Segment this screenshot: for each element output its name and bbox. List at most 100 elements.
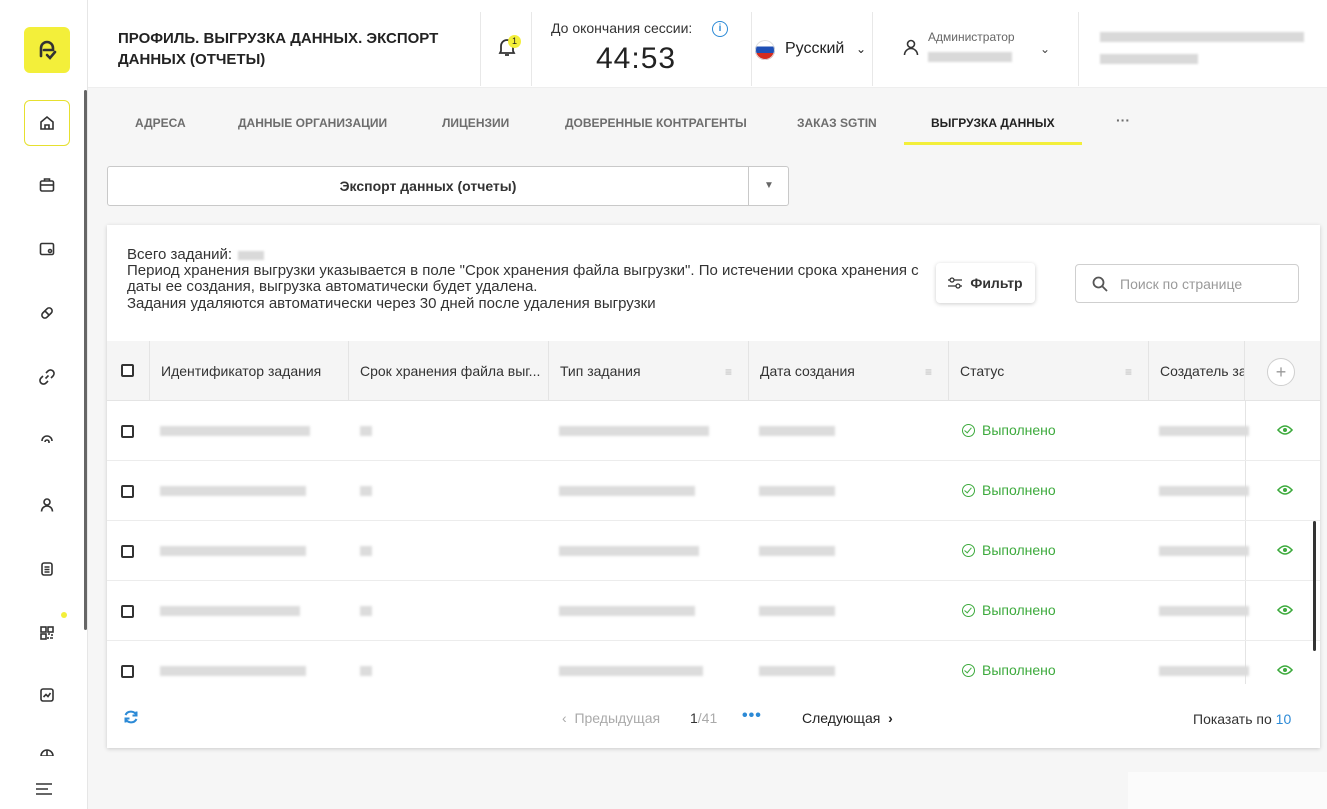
retention-info: Период хранения выгрузки указывается в п… [127,262,919,295]
sidebar-item-home[interactable] [24,100,70,146]
eye-icon[interactable] [1277,664,1293,676]
header-divider [872,12,873,86]
page-indicator: 1/41 [690,710,717,726]
search-box[interactable] [1075,264,1299,303]
vertical-scrollbar[interactable] [1313,521,1316,651]
task-type-redacted [559,426,709,436]
app-logo[interactable] [24,27,70,73]
tab-data-export[interactable]: ВЫГРУЗКА ДАННЫХ [931,116,1055,130]
column-menu-icon[interactable]: ≡ [925,365,932,379]
sidebar-item-analytics[interactable] [24,672,70,718]
creator-redacted [1159,486,1249,496]
page-size-selector[interactable]: Показать по 10 [1193,711,1291,727]
qr-code-icon [40,626,54,640]
column-task-type[interactable]: Тип задания [549,341,749,401]
tab-licenses[interactable]: ЛИЦЕНЗИИ [442,116,509,130]
status-text: Выполнено [982,422,1056,438]
previous-page-button[interactable]: ‹ Предыдущая [562,710,660,726]
task-type-redacted [559,546,699,556]
creator-redacted [1159,666,1249,676]
date-redacted [759,666,835,676]
page-size-value[interactable]: 10 [1276,711,1292,727]
tab-trusted-counterparties[interactable]: ДОВЕРЕННЫЕ КОНТРАГЕНТЫ [565,116,747,130]
column-task-id[interactable]: Идентификатор задания [150,341,349,401]
tab-sgtin-order[interactable]: ЗАКАЗ SGTIN [797,116,877,130]
header-divider [1078,12,1079,86]
row-checkbox[interactable] [121,605,134,618]
search-icon [1092,276,1108,292]
table-row[interactable]: Выполнено [107,521,1320,581]
retention-redacted [360,426,372,436]
notification-dot [61,612,67,618]
menu-icon[interactable] [36,783,52,795]
status-badge: Выполнено [962,482,1056,498]
dropdown-selected-value[interactable]: Экспорт данных (отчеты) [108,167,748,205]
eye-icon[interactable] [1277,484,1293,496]
session-timer: 44:53 [596,42,677,75]
column-creation-date[interactable]: Дата создания [749,341,949,401]
sidebar-item-wallet[interactable] [24,226,70,272]
analytics-icon [40,688,54,702]
filter-button[interactable]: Фильтр [936,263,1035,303]
task-id-redacted [160,666,306,676]
search-input[interactable] [1120,274,1290,294]
header-divider [751,12,752,86]
refresh-icon[interactable] [123,709,139,725]
sidebar-item-pills[interactable] [24,290,70,336]
column-menu-icon[interactable]: ≡ [1125,365,1132,379]
next-page-button[interactable]: Следующая › [802,710,893,726]
eye-icon[interactable] [1277,544,1293,556]
chevron-down-icon[interactable]: ⌄ [856,42,866,56]
sidebar-scrollbar[interactable] [84,90,87,630]
column-menu-icon[interactable]: ≡ [725,365,732,379]
more-tabs-button[interactable]: ··· [1116,112,1130,128]
user-icon[interactable] [902,38,920,56]
column-status[interactable]: Статус [949,341,1149,401]
language-select[interactable]: Русский [785,40,844,58]
sidebar-item-user[interactable] [24,482,70,528]
table-row[interactable]: Выполнено [107,401,1320,461]
tab-organization-data[interactable]: ДАННЫЕ ОРГАНИЗАЦИИ [238,116,387,130]
sidebar [0,0,88,809]
table-row[interactable]: Выполнено [107,461,1320,521]
check-circle-icon [962,543,975,557]
eye-icon[interactable] [1277,604,1293,616]
table-row[interactable]: Выполнено [107,581,1320,641]
status-badge: Выполнено [962,422,1056,438]
russia-flag-icon[interactable] [755,40,775,60]
info-icon[interactable]: i [712,21,728,37]
caret-down-icon[interactable]: ▼ [749,167,789,205]
sidebar-item-list[interactable] [24,546,70,592]
info-text: Всего заданий: Период хранения выгрузки … [127,247,927,312]
chevron-down-icon[interactable]: ⌄ [1040,42,1050,56]
tab-addresses[interactable]: АДРЕСА [135,116,186,130]
page-title: ПРОФИЛЬ. ВЫГРУЗКА ДАННЫХ. ЭКСПОРТ ДАННЫХ… [118,30,439,68]
export-type-dropdown[interactable]: Экспорт данных (отчеты) ▼ [107,166,789,206]
globe-icon [40,749,54,756]
logo-icon [39,40,57,60]
briefcase-icon [39,178,55,192]
task-type-redacted [559,606,695,616]
column-retention-period[interactable]: Срок хранения файла выг... [349,341,549,401]
more-pages-button[interactable]: ••• [742,707,762,725]
row-checkbox[interactable] [121,485,134,498]
status-text: Выполнено [982,542,1056,558]
task-id-redacted [160,546,306,556]
date-redacted [759,486,835,496]
sidebar-item-fingerprint[interactable] [24,416,70,462]
sidebar-item-briefcase[interactable] [24,162,70,208]
active-tab-indicator [904,142,1082,145]
user-role: Администратор [928,30,1015,44]
sidebar-item-link[interactable] [24,354,70,400]
check-circle-icon [962,423,975,437]
add-column-button[interactable]: + [1267,358,1295,386]
eye-icon[interactable] [1277,424,1293,436]
row-checkbox[interactable] [121,665,134,678]
sidebar-item-globe[interactable] [24,738,70,756]
column-creator[interactable]: Создатель за [1149,341,1245,401]
select-all-checkbox[interactable] [121,364,134,377]
row-checkbox[interactable] [121,425,134,438]
row-checkbox[interactable] [121,545,134,558]
retention-redacted [360,546,372,556]
table-row[interactable]: Выполнено [107,641,1320,684]
